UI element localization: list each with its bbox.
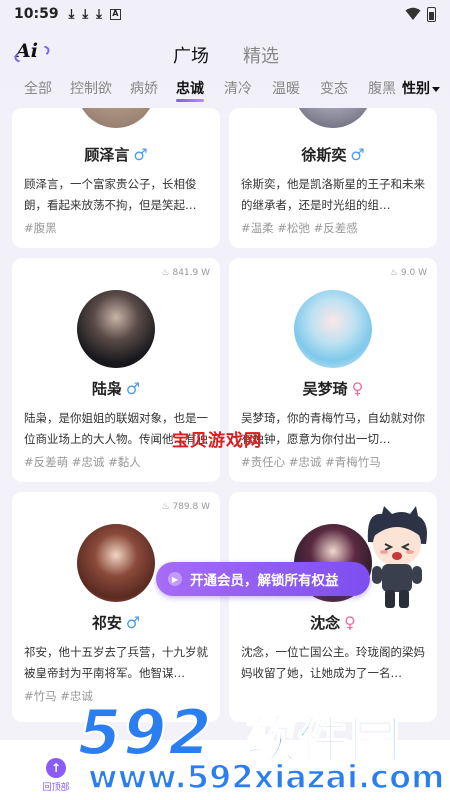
flame-icon: ♨ (161, 268, 170, 278)
category-warm[interactable]: 温暖 (272, 78, 300, 98)
male-icon: ♂ (350, 145, 365, 164)
character-avatar (77, 108, 155, 128)
character-avatar (294, 290, 372, 368)
character-name: 徐斯奕 ♂ (301, 145, 365, 164)
character-tags: #反差萌 #忠诚 #黏人 (24, 455, 141, 469)
play-icon: ▶ (168, 572, 182, 586)
ai-logo-icon[interactable]: Ai (12, 40, 52, 68)
download-icon: ⤓ (96, 6, 102, 22)
male-icon: ♂ (125, 379, 141, 398)
category-pervert[interactable]: 变态 (320, 78, 348, 98)
mascot-character-icon[interactable] (358, 502, 436, 612)
back-to-top-button[interactable]: ↑ 回顶部 (38, 758, 74, 793)
character-tags: #责任心 #忠诚 #青梅竹马 (241, 455, 381, 469)
character-avatar (294, 108, 372, 128)
character-description: 吴梦琦，你的青梅竹马，自幼就对你有独钟，愿意为你付出一切… (241, 411, 425, 446)
character-description: 顾泽言，一个富家贵公子，长相俊朗，看起来放荡不拘，但是笑起… (24, 177, 197, 212)
character-description: 徐斯奕，他是凯洛斯星的王子和未来的继承者，还是时光组的组… (241, 177, 425, 212)
flame-icon: ♨ (389, 268, 399, 278)
vip-promo-label: 开通会员，解锁所有权益 (190, 573, 339, 589)
arrow-up-icon: ↑ (46, 758, 66, 778)
app-notification-icon: A (109, 8, 121, 20)
male-icon: ♂ (133, 145, 148, 164)
category-loyal[interactable]: 忠诚 (176, 78, 204, 98)
character-card[interactable]: ♨ 789.8 W 祁安 ♂ 祁安，他十五岁去了兵营，十九岁就被皇帝封为平南将军。… (12, 492, 220, 722)
back-to-top-label: 回顶部 (42, 783, 70, 793)
vip-promo-button[interactable]: ▶ 开通会员，解锁所有权益 (156, 562, 370, 596)
character-name: 沈念 ♀ (310, 613, 356, 632)
character-description: 沈念，一位亡国公主。玲珑阁的梁妈妈收留了她，让她成为了一名… (241, 645, 425, 680)
category-cool[interactable]: 清冷 (224, 78, 252, 98)
gender-filter-dropdown[interactable]: 性别 (398, 78, 440, 98)
female-icon: ♀ (344, 613, 356, 632)
chevron-down-icon (432, 86, 440, 92)
character-card[interactable]: 顾泽言 ♂ 顾泽言，一个富家贵公子，长相俊朗，看起来放荡不拘，但是笑起… #腹黑 (12, 108, 220, 248)
character-tags: #温柔 #松弛 #反差感 (241, 221, 358, 235)
tab-featured[interactable]: 精选 (243, 42, 279, 68)
heat-count: ♨ 789.8 W (161, 502, 210, 512)
character-description: 祁安，他十五岁去了兵营，十九岁就被皇帝封为平南将军。他智谋… (24, 645, 208, 680)
character-name: 陆枭 ♂ (91, 379, 141, 398)
male-icon: ♂ (125, 613, 141, 632)
tab-plaza[interactable]: 广场 (173, 42, 209, 68)
category-all[interactable]: 全部 (24, 78, 52, 98)
character-name: 祁安 ♂ (91, 613, 141, 632)
gender-filter-label: 性别 (402, 81, 430, 97)
category-control[interactable]: 控制欲 (70, 78, 112, 98)
character-name: 吴梦琦 ♀ (302, 379, 364, 398)
heat-count: ♨ 841.9 W (161, 268, 210, 278)
download-icon: ⤓ (68, 6, 75, 22)
flame-icon: ♨ (161, 502, 170, 512)
category-scheming[interactable]: 腹黑 (368, 78, 396, 98)
character-card[interactable]: 徐斯奕 ♂ 徐斯奕，他是凯洛斯星的王子和未来的继承者，还是时光组的组… #温柔 #… (229, 108, 437, 248)
category-tabs: 全部 控制欲 病娇 忠诚 清冷 温暖 变态 腹黑 (0, 72, 450, 104)
status-time: 10:59 (14, 6, 59, 22)
top-header: Ai 广场 精选 (0, 36, 450, 72)
female-icon: ♀ (351, 379, 364, 398)
battery-icon (427, 6, 436, 22)
download-icon: ⤓ (82, 6, 89, 22)
wifi-icon (405, 7, 421, 20)
status-bar: 10:59 ⤓ ⤓ ⤓ A (0, 0, 450, 28)
character-avatar (77, 524, 155, 602)
watermark-url: www.592xiazai.com (87, 757, 445, 797)
watermark-text: 宝贝游戏网 (172, 431, 262, 451)
character-avatar (77, 290, 155, 368)
active-category-indicator (176, 99, 204, 102)
character-name: 顾泽言 ♂ (84, 145, 148, 164)
heat-count: ♨ 9.0 W (389, 268, 427, 278)
character-tags: #腹黑 (24, 221, 57, 235)
category-yandere[interactable]: 病娇 (130, 78, 158, 98)
